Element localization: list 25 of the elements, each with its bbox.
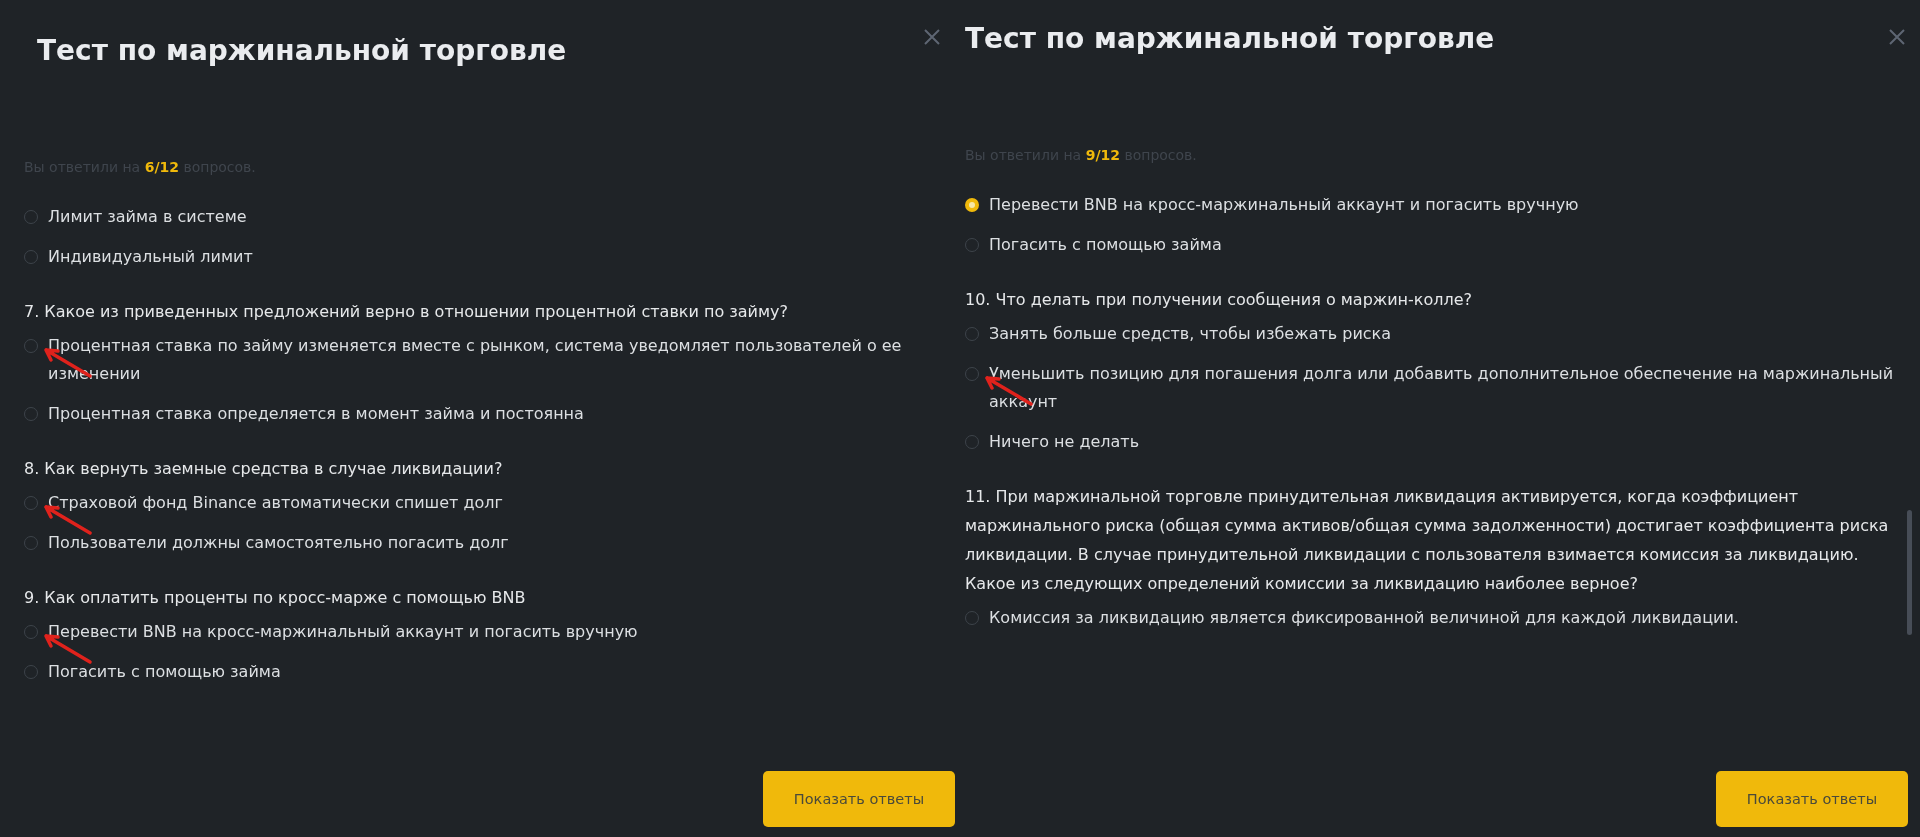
answer-option[interactable]: Занять больше средств, чтобы избежать риска xyxy=(989,320,1392,348)
close-icon[interactable] xyxy=(1888,28,1906,46)
answer-option[interactable]: Ничего не делать xyxy=(989,428,1140,456)
answer-option[interactable]: Погасить с помощью займа xyxy=(989,231,1222,259)
answer-option[interactable]: Перевести BNB на кросс-маржинальный аккаунт и погасить вручную xyxy=(48,618,638,646)
answer-option[interactable]: Пользователи должны самостоятельно погасить долг xyxy=(48,529,509,557)
radio-button[interactable] xyxy=(965,198,979,212)
close-icon[interactable] xyxy=(923,28,941,46)
show-answers-button[interactable]: Показать ответы xyxy=(1716,771,1908,827)
question-text: 10. Что делать при получении сообщения о маржин-колле? xyxy=(965,289,1474,311)
answer-option[interactable]: Процентная ставка определяется в момент займа и постоянна xyxy=(48,400,584,428)
answer-option[interactable]: Страховой фонд Binance автоматически спишет долг xyxy=(48,489,503,517)
dialog-title: Тест по маржинальной торговле xyxy=(37,34,567,67)
answer-option[interactable]: Лимит займа в системе xyxy=(48,203,247,231)
question-text: 9. Как оплатить проценты по кросс-марже с помощью BNB xyxy=(24,587,527,609)
question-text: 11. При маржинальной торговле принудительная ликвидация активируется, когда коэффициент маржинального риска (общая сумма активов/общая сумма задолженности) достигает коэффициента риска ликвидации. В случае принудительной ликвидации с пользователя взимается комиссия за ликвидацию. Какое из следующих определений комиссии за ликвидацию наиболее верное? xyxy=(965,486,1890,595)
answer-option[interactable]: Индивидуальный лимит xyxy=(48,243,253,271)
show-answers-button[interactable]: Показать ответы xyxy=(763,771,955,827)
answer-option[interactable]: Комиссия за ликвидацию является фиксированной величиной для каждой ликвидации. xyxy=(989,604,1739,632)
question-text: 7. Какое из приведенных предложений верно в отношении процентной ставки по займу? xyxy=(24,301,790,323)
scrollbar[interactable] xyxy=(1907,510,1912,635)
answer-option[interactable]: Погасить с помощью займа xyxy=(48,658,281,686)
dialog-title: Тест по маржинальной торговле xyxy=(965,22,1495,55)
answer-option[interactable]: Перевести BNB на кросс-маржинальный аккаунт и погасить вручную xyxy=(989,191,1579,219)
question-text: 8. Как вернуть заемные средства в случае ликвидации? xyxy=(24,458,504,480)
